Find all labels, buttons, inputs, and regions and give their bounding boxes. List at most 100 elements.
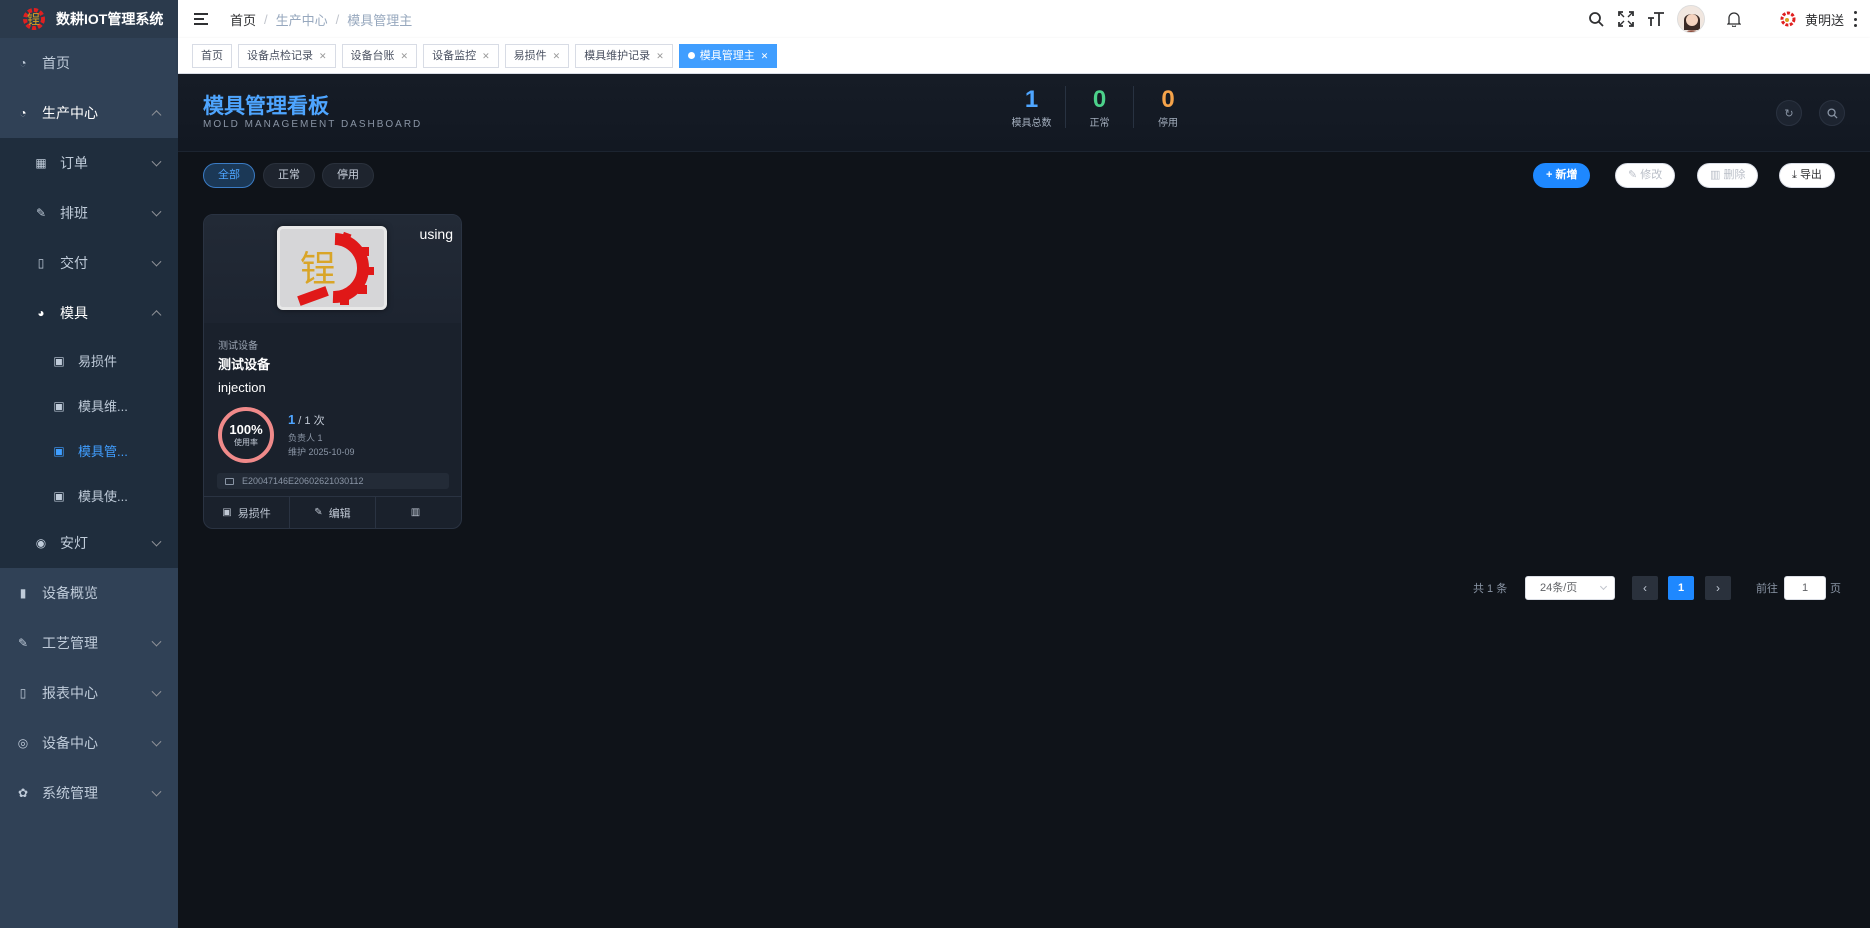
stat-value: 0 xyxy=(1161,86,1175,113)
export-button[interactable]: ⤓ 导出 xyxy=(1779,163,1835,188)
filter-all[interactable]: 全部 xyxy=(203,163,255,188)
dashboard-header: 模具管理看板 MOLD MANAGEMENT DASHBOARD 1 模具总数 … xyxy=(178,74,1870,152)
page-size-select[interactable]: 24条/页 xyxy=(1525,576,1615,600)
add-button[interactable]: + 新增 xyxy=(1533,163,1591,188)
tag-mold-management[interactable]: 模具管理主 ✕ xyxy=(678,43,778,68)
sidebar-item-process[interactable]: ✎ 工艺管理 xyxy=(0,618,178,668)
stat-disabled: 0 停用 xyxy=(1134,86,1202,129)
refresh-icon: ↻ xyxy=(1784,107,1794,120)
tag-device-inspection[interactable]: 设备点检记录 ✕ xyxy=(238,43,336,68)
bell-icon[interactable] xyxy=(1725,10,1743,28)
sidebar-item-delivery[interactable]: ▯ 交付 xyxy=(0,238,178,288)
stat-value: 1 xyxy=(1024,86,1039,113)
sidebar-item-report[interactable]: ▯ 报表中心 xyxy=(0,668,178,718)
usage-rate-value: 100% xyxy=(229,421,263,437)
sidebar-item-andon[interactable]: ◉ 安灯 xyxy=(0,518,178,568)
close-icon[interactable]: ✕ xyxy=(761,45,769,67)
sidebar-item-device-center[interactable]: ◎ 设备中心 xyxy=(0,718,178,768)
tag-mold-maintenance[interactable]: 模具维护记录 ✕ xyxy=(575,43,673,68)
usage-rate-label: 使用率 xyxy=(234,437,258,447)
logo[interactable]: 锃 数耕IOT管理系统 xyxy=(0,0,178,38)
lifebuoy-icon: ◎ xyxy=(17,736,29,750)
card-parts-button[interactable]: ▣ 易损件 xyxy=(204,497,290,528)
chevron-down-icon xyxy=(151,536,162,547)
page-title: 模具管理看板 xyxy=(203,95,329,118)
close-icon[interactable]: ✕ xyxy=(319,45,327,67)
breadcrumb-production[interactable]: 生产中心 xyxy=(276,10,328,29)
font-size-icon[interactable] xyxy=(1647,10,1665,28)
usage-count: 1 / 1 次 xyxy=(288,412,325,428)
sidebar-item-home[interactable]: ◔ 首页 xyxy=(0,38,178,88)
grid-icon: ▣ xyxy=(53,398,65,413)
search-toggle-button[interactable] xyxy=(1819,100,1845,126)
card-edit-button[interactable]: ✎ 编辑 xyxy=(290,497,376,528)
sidebar-item-mold-maintenance[interactable]: ▣ 模具维... xyxy=(0,383,178,428)
edit-button[interactable]: ✎ 修改 xyxy=(1615,163,1676,188)
sidebar-item-wear-parts[interactable]: ▣ 易损件 xyxy=(0,338,178,383)
sidebar-item-mold-usage[interactable]: ▣ 模具使... xyxy=(0,473,178,518)
usage-total: / 1 次 xyxy=(295,415,325,427)
menu-toggle-icon[interactable] xyxy=(194,13,210,25)
stat-label: 模具总数 xyxy=(1011,118,1052,129)
delete-button[interactable]: ▥ 删除 xyxy=(1697,163,1759,188)
mold-image: 锃 xyxy=(277,226,387,310)
edit-icon: ✎ xyxy=(35,206,47,220)
edit-icon: ✎ xyxy=(1628,169,1638,181)
sidebar-item-system[interactable]: ✿ 系统管理 xyxy=(0,768,178,818)
sidebar-item-schedule[interactable]: ✎ 排班 xyxy=(0,188,178,238)
chevron-up-icon xyxy=(151,310,162,321)
download-icon: ⤓ xyxy=(1792,169,1797,181)
chevron-down-icon xyxy=(151,786,162,797)
stat-label: 正常 xyxy=(1089,118,1110,129)
user-name[interactable]: 黄明送 xyxy=(1805,10,1844,29)
search-icon xyxy=(1826,107,1838,119)
mold-card[interactable]: 锃 using 测试设备 测试设备 injection 100% 使用率 1 /… xyxy=(203,214,462,529)
goto-page-input[interactable]: 1 xyxy=(1784,576,1826,600)
sidebar-item-mold[interactable]: ◕ 模具 xyxy=(0,288,178,338)
sidebar-item-production[interactable]: ◔ 生产中心 xyxy=(0,88,178,138)
chevron-down-icon xyxy=(151,736,162,747)
mold-category: 测试设备 xyxy=(218,341,258,352)
logo-icon: 锃 xyxy=(20,6,46,32)
stat-label: 停用 xyxy=(1158,118,1178,129)
refresh-button[interactable]: ↻ xyxy=(1776,100,1802,126)
goto-label: 前往 xyxy=(1756,583,1778,595)
user-logo-icon xyxy=(1779,10,1797,28)
prev-page-button[interactable]: ‹ xyxy=(1632,576,1658,600)
card-delete-button[interactable]: ▥ xyxy=(376,497,461,528)
gear-icon: ✿ xyxy=(17,786,29,800)
tag-wear-parts[interactable]: 易损件 ✕ xyxy=(504,43,570,68)
breadcrumb: 首页 / 生产中心 / 模具管理主 xyxy=(230,10,413,29)
filter-disabled[interactable]: 停用 xyxy=(322,163,374,188)
chevron-up-icon xyxy=(151,110,162,121)
tag-device-ledger[interactable]: 设备台账 ✕ xyxy=(341,43,418,68)
clipboard-icon: ✎ xyxy=(17,636,29,650)
more-vertical-icon[interactable] xyxy=(1854,11,1858,27)
chevron-left-icon: ‹ xyxy=(1643,581,1647,595)
search-icon[interactable] xyxy=(1587,10,1605,28)
chevron-down-icon xyxy=(151,636,162,647)
sidebar-item-device-overview[interactable]: ▮ 设备概览 xyxy=(0,568,178,618)
next-page-button[interactable]: › xyxy=(1705,576,1731,600)
stat-value: 0 xyxy=(1092,86,1107,113)
chevron-down-icon xyxy=(151,686,162,697)
chevron-down-icon xyxy=(151,206,162,217)
page-number[interactable]: 1 xyxy=(1668,576,1694,600)
tag-home[interactable]: 首页 xyxy=(192,43,232,68)
breadcrumb-home[interactable]: 首页 xyxy=(230,10,256,29)
pagination-total: 共 1 条 xyxy=(1473,583,1508,595)
tag-device-monitor[interactable]: 设备监控 ✕ xyxy=(423,43,499,68)
card-id-icon xyxy=(225,477,234,485)
maintenance-date: 维护 2025-10-09 xyxy=(288,447,355,457)
table-icon: ▦ xyxy=(35,156,47,170)
sidebar-item-order[interactable]: ▦ 订单 xyxy=(0,138,178,188)
palette-icon: ◕ xyxy=(37,306,45,320)
avatar[interactable] xyxy=(1676,5,1705,33)
close-icon[interactable]: ✕ xyxy=(553,45,561,67)
close-icon[interactable]: ✕ xyxy=(401,45,409,67)
close-icon[interactable]: ✕ xyxy=(482,45,490,67)
sidebar-item-mold-management[interactable]: ▣ 模具管... xyxy=(0,428,178,473)
close-icon[interactable]: ✕ xyxy=(656,45,664,67)
fullscreen-icon[interactable] xyxy=(1617,10,1635,28)
filter-normal[interactable]: 正常 xyxy=(263,163,315,188)
